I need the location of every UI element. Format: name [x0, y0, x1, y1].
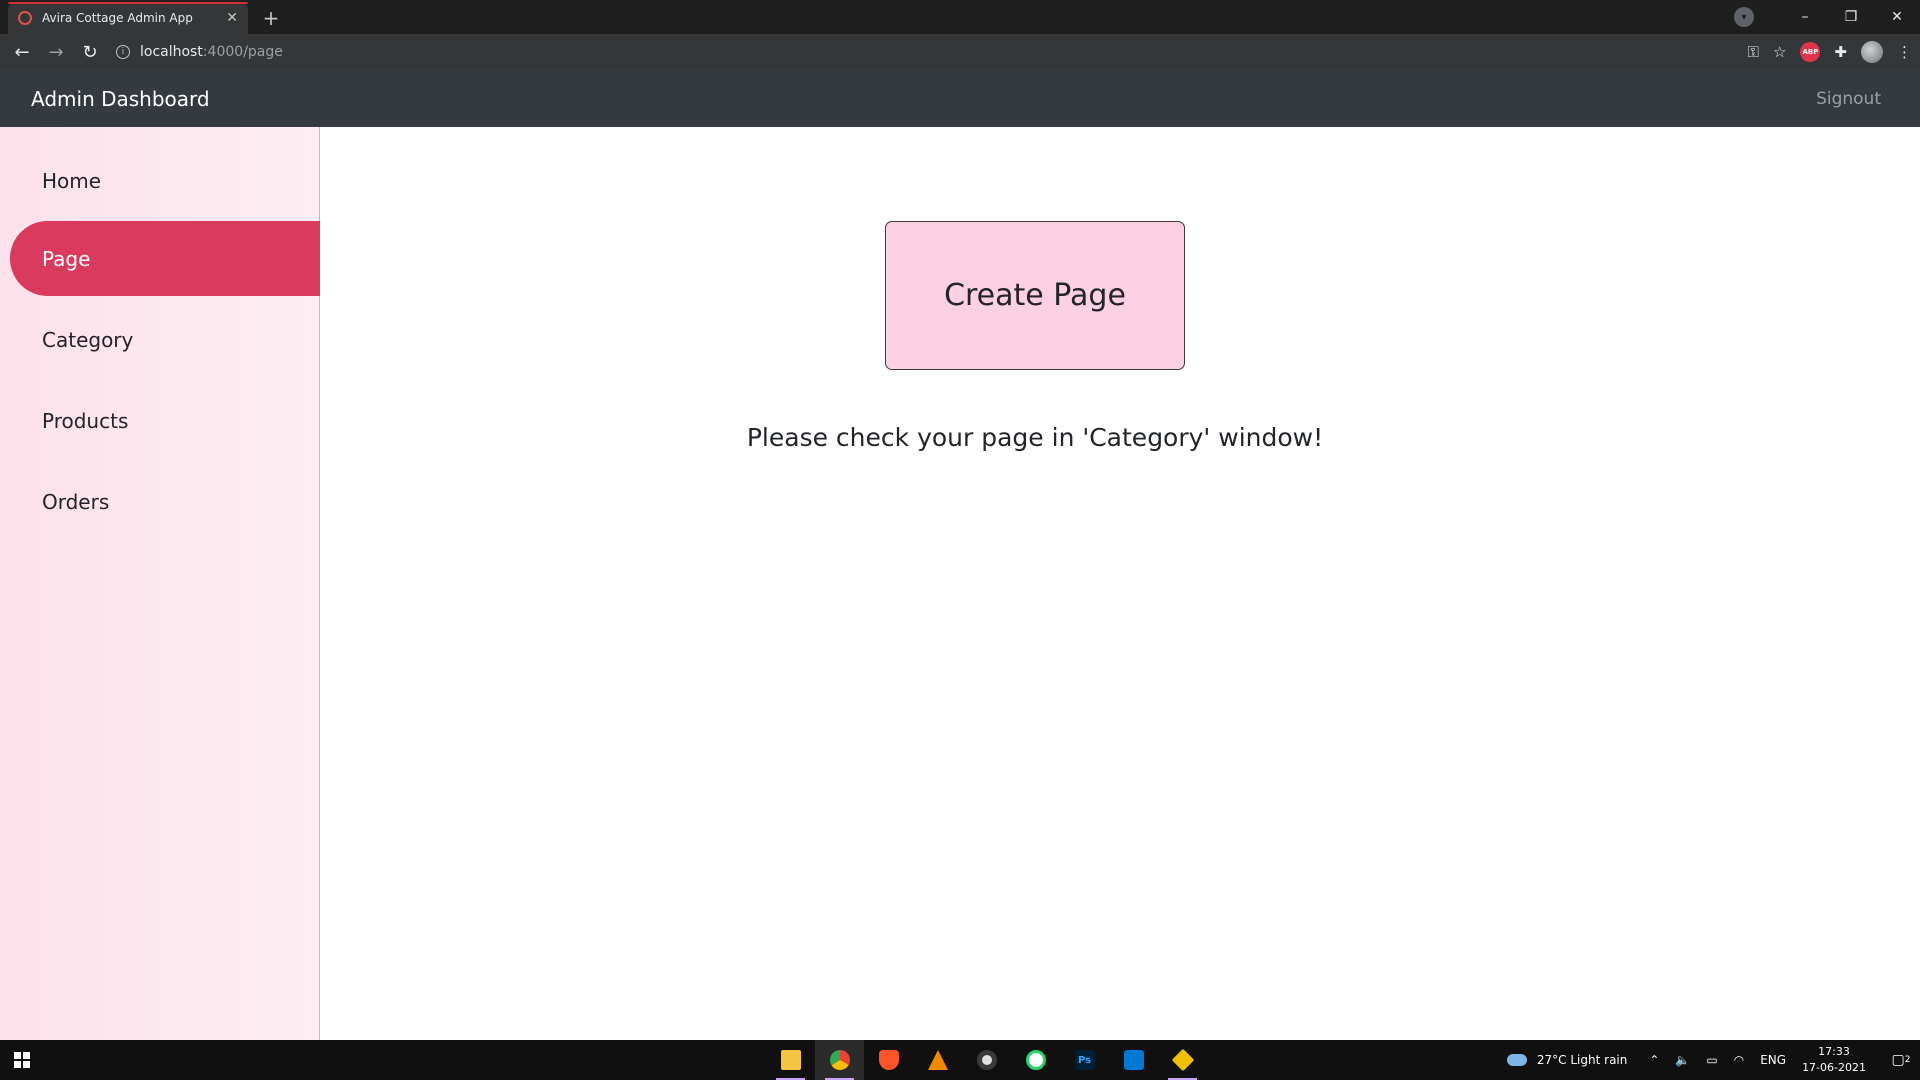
- profile-avatar[interactable]: [1861, 41, 1883, 63]
- language-indicator[interactable]: ENG: [1760, 1053, 1786, 1067]
- url-host: localhost: [140, 44, 203, 60]
- clock-date: 17-06-2021: [1802, 1061, 1866, 1074]
- signout-link[interactable]: Signout: [1816, 89, 1881, 109]
- url-path: :4000/page: [202, 44, 283, 60]
- file-explorer-icon[interactable]: [766, 1040, 815, 1080]
- battery-icon[interactable]: ▭: [1706, 1053, 1717, 1067]
- sidebar: Home Page Category Products Orders: [0, 127, 320, 1040]
- restore-button[interactable]: ❐: [1828, 0, 1874, 34]
- hint-message: Please check your page in 'Category' win…: [746, 423, 1324, 452]
- close-window-button[interactable]: ✕: [1874, 0, 1920, 34]
- system-tray: 27°C Light rain ⌃ 🔈 ▭ ◠ ENG 17:33 17-06-…: [1506, 1040, 1920, 1080]
- clock[interactable]: 17:33 17-06-2021: [1802, 1044, 1866, 1076]
- forward-arrow-icon[interactable]: →: [40, 36, 72, 68]
- sidebar-item-home[interactable]: Home: [10, 143, 320, 218]
- chrome-icon[interactable]: [815, 1040, 864, 1080]
- tab-title: Avira Cottage Admin App: [42, 11, 193, 25]
- create-page-button[interactable]: Create Page: [885, 221, 1185, 370]
- photoshop-label: Ps: [1074, 1050, 1095, 1070]
- tab-accent: [8, 2, 248, 4]
- address-bar[interactable]: i localhost:4000/page: [116, 38, 283, 66]
- taskbar-apps: Ps: [766, 1040, 1207, 1080]
- wifi-icon[interactable]: ◠: [1734, 1053, 1744, 1067]
- clock-time: 17:33: [1818, 1045, 1850, 1058]
- key-icon[interactable]: ⚿: [1748, 43, 1759, 61]
- cloud-icon: [1506, 1054, 1527, 1066]
- photoshop-icon[interactable]: Ps: [1060, 1040, 1109, 1080]
- vlc-icon[interactable]: [913, 1040, 962, 1080]
- extensions-puzzle-icon[interactable]: ✚: [1834, 43, 1847, 61]
- browser-toolbar: ← → ↻ i localhost:4000/page ⚿ ☆ ABP ✚ ⋮: [0, 34, 1920, 70]
- site-info-icon[interactable]: i: [116, 45, 130, 59]
- browser-tab[interactable]: Avira Cottage Admin App ✕: [8, 2, 248, 34]
- browser-menu-icon[interactable]: ⋮: [1897, 43, 1912, 61]
- vscode-icon[interactable]: [1109, 1040, 1158, 1080]
- back-arrow-icon[interactable]: ←: [6, 36, 38, 68]
- volume-icon[interactable]: 🔈: [1675, 1053, 1690, 1067]
- favicon-icon: [18, 11, 32, 25]
- sidebar-item-orders[interactable]: Orders: [10, 464, 320, 539]
- weather-text: 27°C Light rain: [1536, 1053, 1628, 1067]
- toolbar-actions: ⚿ ☆ ABP ✚ ⋮: [1748, 34, 1912, 70]
- whatsapp-icon[interactable]: [1011, 1040, 1060, 1080]
- windows-start-icon[interactable]: [14, 1052, 30, 1068]
- tab-close-icon[interactable]: ✕: [226, 10, 238, 26]
- taskbar: Ps 27°C Light rain ⌃ 🔈 ▭ ◠ ENG 17:33 17-…: [0, 1040, 1920, 1080]
- new-tab-button[interactable]: +: [258, 5, 284, 31]
- chevron-up-icon[interactable]: ⌃: [1649, 1053, 1659, 1067]
- brave-icon[interactable]: [864, 1040, 913, 1080]
- weather-widget[interactable]: 27°C Light rain: [1506, 1053, 1628, 1067]
- minimize-button[interactable]: –: [1782, 0, 1828, 34]
- sidebar-item-page[interactable]: Page: [10, 221, 320, 296]
- notifications-icon[interactable]: ▢ 2: [1882, 1040, 1920, 1080]
- main-content: Create Page Please check your page in 'C…: [321, 127, 1920, 1040]
- reload-icon[interactable]: ↻: [74, 36, 106, 68]
- tab-search-icon[interactable]: ▾: [1734, 7, 1754, 27]
- git-icon[interactable]: [1158, 1040, 1207, 1080]
- notification-count: 2: [1904, 1055, 1911, 1065]
- bookmark-star-icon[interactable]: ☆: [1773, 43, 1786, 61]
- adblock-icon[interactable]: ABP: [1800, 42, 1821, 62]
- sidebar-item-category[interactable]: Category: [10, 302, 320, 377]
- sidebar-item-products[interactable]: Products: [10, 383, 320, 458]
- window-controls: ▾ – ❐ ✕: [1734, 0, 1920, 34]
- app-header: Admin Dashboard Signout: [0, 70, 1920, 127]
- obs-icon[interactable]: [962, 1040, 1011, 1080]
- brand-title[interactable]: Admin Dashboard: [31, 87, 210, 111]
- browser-tabstrip: Avira Cottage Admin App ✕ + ▾ – ❐ ✕: [0, 0, 1920, 34]
